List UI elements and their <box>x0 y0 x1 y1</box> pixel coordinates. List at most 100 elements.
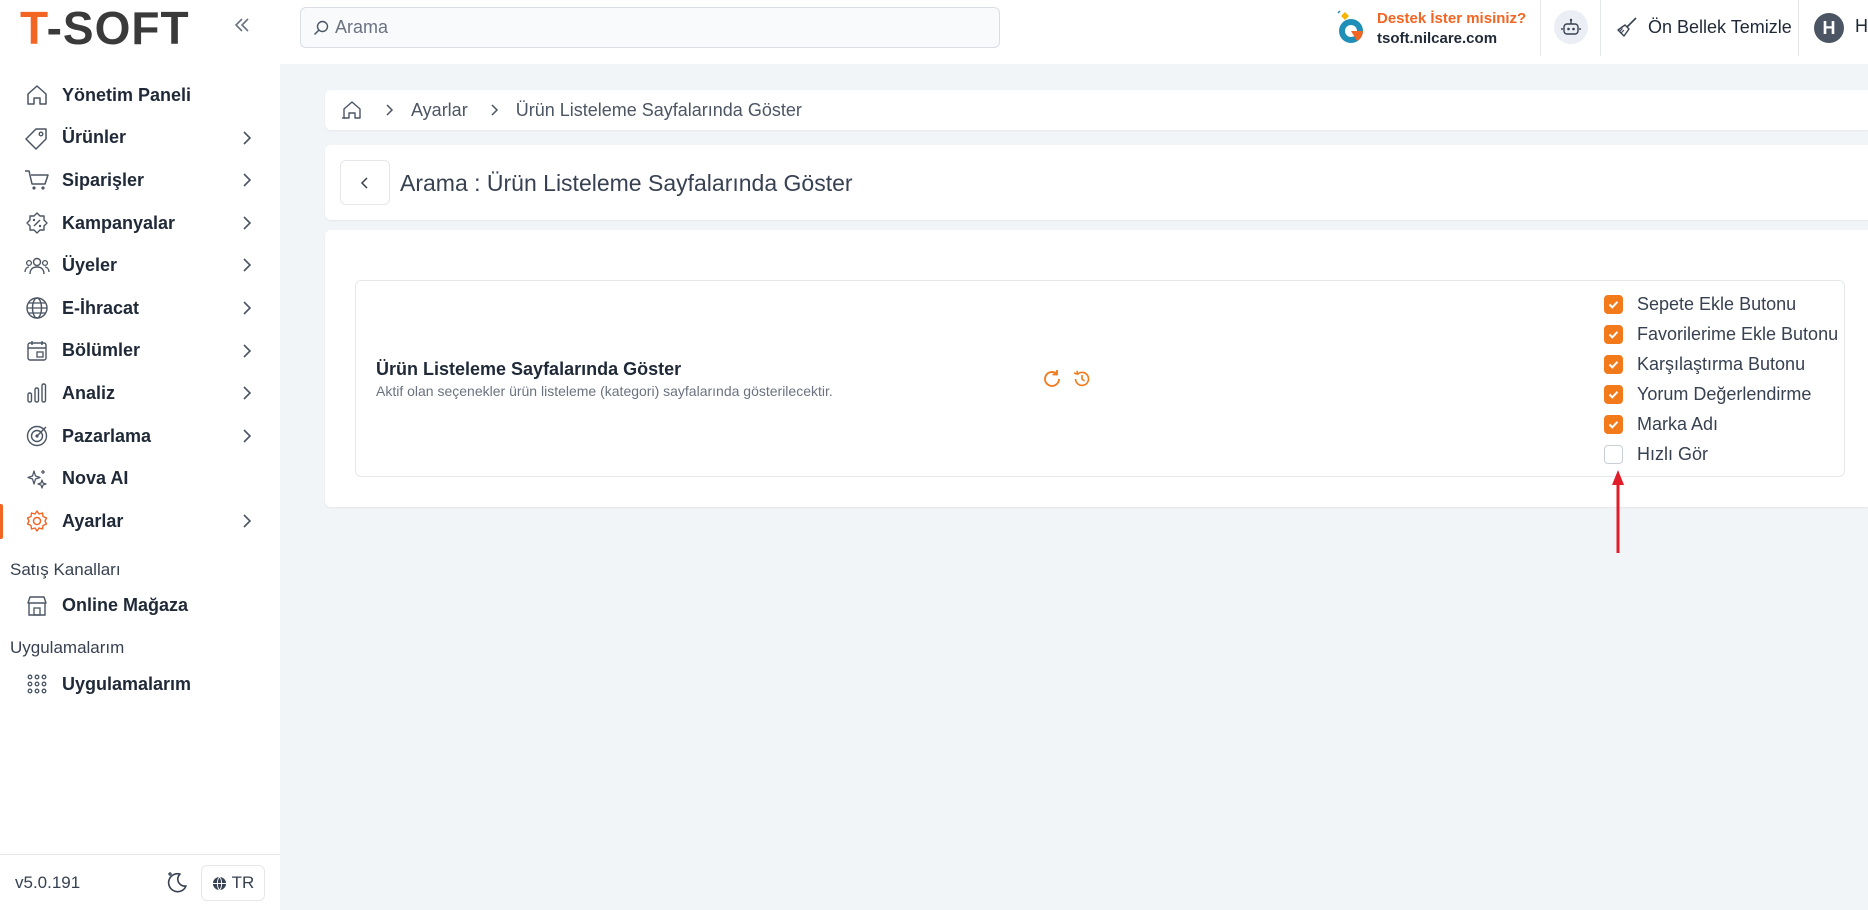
option-compare[interactable]: Karşılaştırma Butonu <box>1604 349 1838 379</box>
chevron-right-icon <box>243 216 252 230</box>
gear-icon <box>24 508 50 534</box>
chevron-right-icon <box>243 301 252 315</box>
broom-icon <box>1617 17 1637 37</box>
chevron-right-icon <box>243 131 252 145</box>
sidebar-footer: v5.0.191 TR <box>0 854 280 910</box>
double-chevron-left-icon <box>234 18 249 32</box>
support-widget[interactable]: Destek İster misiniz? tsoft.nilcare.com <box>1335 8 1526 48</box>
setting-description: Aktif olan seçenekler ürün listeleme (ka… <box>376 383 833 399</box>
sidebar-item-products[interactable]: Ürünler <box>0 117 280 160</box>
check-icon <box>1608 420 1619 429</box>
brand-logo[interactable]: T-SOFT <box>20 4 190 52</box>
cart-icon <box>24 167 50 193</box>
option-add-to-cart[interactable]: Sepete Ekle Butonu <box>1604 289 1838 319</box>
back-button[interactable] <box>340 160 390 205</box>
option-label: Sepete Ekle Butonu <box>1637 293 1797 314</box>
sidebar-item-online-store[interactable]: Online Mağaza <box>0 585 280 628</box>
clear-cache-button[interactable]: Ön Bellek Temizle <box>1616 12 1792 42</box>
setting-title: Ürün Listeleme Sayfalarında Göster <box>376 359 682 379</box>
sidebar-item-members[interactable]: Üyeler <box>0 244 280 287</box>
history-icon[interactable] <box>1072 369 1092 389</box>
user-name[interactable]: H <box>1855 16 1868 37</box>
chart-icon <box>24 380 50 406</box>
setting-row: Ürün Listeleme Sayfalarında Göster Aktif… <box>355 280 1845 477</box>
language-label: TR <box>231 873 255 892</box>
option-brand-name[interactable]: Marka Adı <box>1604 409 1838 439</box>
checkbox-checked[interactable] <box>1604 324 1623 344</box>
check-icon <box>1608 390 1619 399</box>
sidebar-item-label: Ayarlar <box>62 510 124 531</box>
sidebar-item-apps[interactable]: Uygulamalarım <box>0 663 280 706</box>
search-icon <box>313 20 329 35</box>
home-icon <box>24 82 50 108</box>
sidebar-item-label: Siparişler <box>62 169 145 190</box>
users-icon <box>24 253 50 279</box>
settings-card: Ürün Listeleme Sayfalarında Göster Aktif… <box>325 230 1868 507</box>
version-label: v5.0.191 <box>15 873 81 892</box>
theme-toggle-button[interactable] <box>164 869 190 895</box>
sidebar-item-export[interactable]: E-İhracat <box>0 287 280 330</box>
option-label: Favorilerime Ekle Butonu <box>1637 323 1839 344</box>
sidebar-item-analytics[interactable]: Analiz <box>0 372 280 415</box>
refresh-icon[interactable] <box>1041 368 1063 390</box>
sidebar: T-SOFT Yönetim Paneli Ürünler Siparişler… <box>0 0 280 910</box>
options-list: Sepete Ekle Butonu Favorilerime Ekle But… <box>1604 289 1838 469</box>
sidebar-item-label: Online Mağaza <box>62 595 189 616</box>
option-quick-view[interactable]: Hızlı Gör <box>1604 439 1838 469</box>
option-label: Karşılaştırma Butonu <box>1637 353 1806 374</box>
check-icon <box>1608 360 1619 369</box>
sidebar-item-orders[interactable]: Siparişler <box>0 159 280 202</box>
sidebar-item-nova-ai[interactable]: Nova AI <box>0 457 280 500</box>
chevron-right-icon <box>243 386 252 400</box>
checkbox-checked[interactable] <box>1604 414 1623 434</box>
main-nav: Yönetim Paneli Ürünler Siparişler Kampan… <box>0 74 280 706</box>
checkbox-checked[interactable] <box>1604 294 1623 314</box>
chevron-right-icon <box>243 514 252 528</box>
search-input[interactable] <box>335 17 935 38</box>
search-box[interactable] <box>300 7 1000 48</box>
sidebar-item-label: Nova AI <box>62 468 129 489</box>
chevron-right-icon <box>243 429 252 443</box>
header-divider <box>1600 0 1601 56</box>
apps-grid-icon <box>24 671 50 697</box>
chevron-right-icon <box>243 173 252 187</box>
apps-heading: Uygulamalarım <box>10 638 125 658</box>
sidebar-item-label: Yönetim Paneli <box>62 84 192 105</box>
sparkle-icon <box>24 466 50 492</box>
sidebar-item-settings[interactable]: Ayarlar <box>0 500 280 543</box>
header-divider <box>1540 0 1541 56</box>
support-question: Destek İster misiniz? <box>1377 10 1527 27</box>
language-button[interactable]: TR <box>201 865 265 901</box>
chevron-right-icon <box>491 104 498 116</box>
clear-cache-label: Ön Bellek Temizle <box>1648 16 1792 37</box>
option-label: Marka Adı <box>1637 413 1719 434</box>
sidebar-item-dashboard[interactable]: Yönetim Paneli <box>0 74 280 117</box>
chevron-right-icon <box>386 104 394 116</box>
sidebar-item-label: Kampanyalar <box>62 212 176 233</box>
checkbox-checked[interactable] <box>1604 384 1623 404</box>
checkbox-checked[interactable] <box>1604 354 1623 374</box>
home-icon[interactable] <box>341 99 363 121</box>
store-icon <box>24 593 50 619</box>
option-label: Hızlı Gör <box>1637 443 1709 464</box>
option-label: Yorum Değerlendirme <box>1637 383 1812 404</box>
sidebar-item-label: E-İhracat <box>62 297 140 318</box>
sidebar-item-label: Uygulamalarım <box>62 673 192 694</box>
avatar[interactable]: H <box>1814 13 1844 43</box>
breadcrumb-item-current: Ürün Listeleme Sayfalarında Göster <box>515 99 802 120</box>
sidebar-item-sections[interactable]: Bölümler <box>0 330 280 373</box>
breadcrumb: Ayarlar Ürün Listeleme Sayfalarında Göst… <box>325 90 1868 130</box>
sidebar-item-marketing[interactable]: Pazarlama <box>0 415 280 458</box>
sidebar-item-campaigns[interactable]: Kampanyalar <box>0 202 280 245</box>
page-header-card: Arama : Ürün Listeleme Sayfalarında Göst… <box>325 145 1868 220</box>
option-add-to-favorites[interactable]: Favorilerime Ekle Butonu <box>1604 319 1838 349</box>
option-review-rating[interactable]: Yorum Değerlendirme <box>1604 379 1838 409</box>
checkbox-unchecked[interactable] <box>1604 444 1623 464</box>
support-logo-icon <box>1337 10 1363 43</box>
ai-bot-button[interactable] <box>1554 10 1588 44</box>
collapse-sidebar-button[interactable] <box>230 14 254 38</box>
annotation-arrow <box>1612 470 1624 553</box>
sales-channels-heading: Satış Kanalları <box>10 559 121 579</box>
tag-icon <box>24 125 50 151</box>
breadcrumb-item-settings[interactable]: Ayarlar <box>411 100 468 121</box>
